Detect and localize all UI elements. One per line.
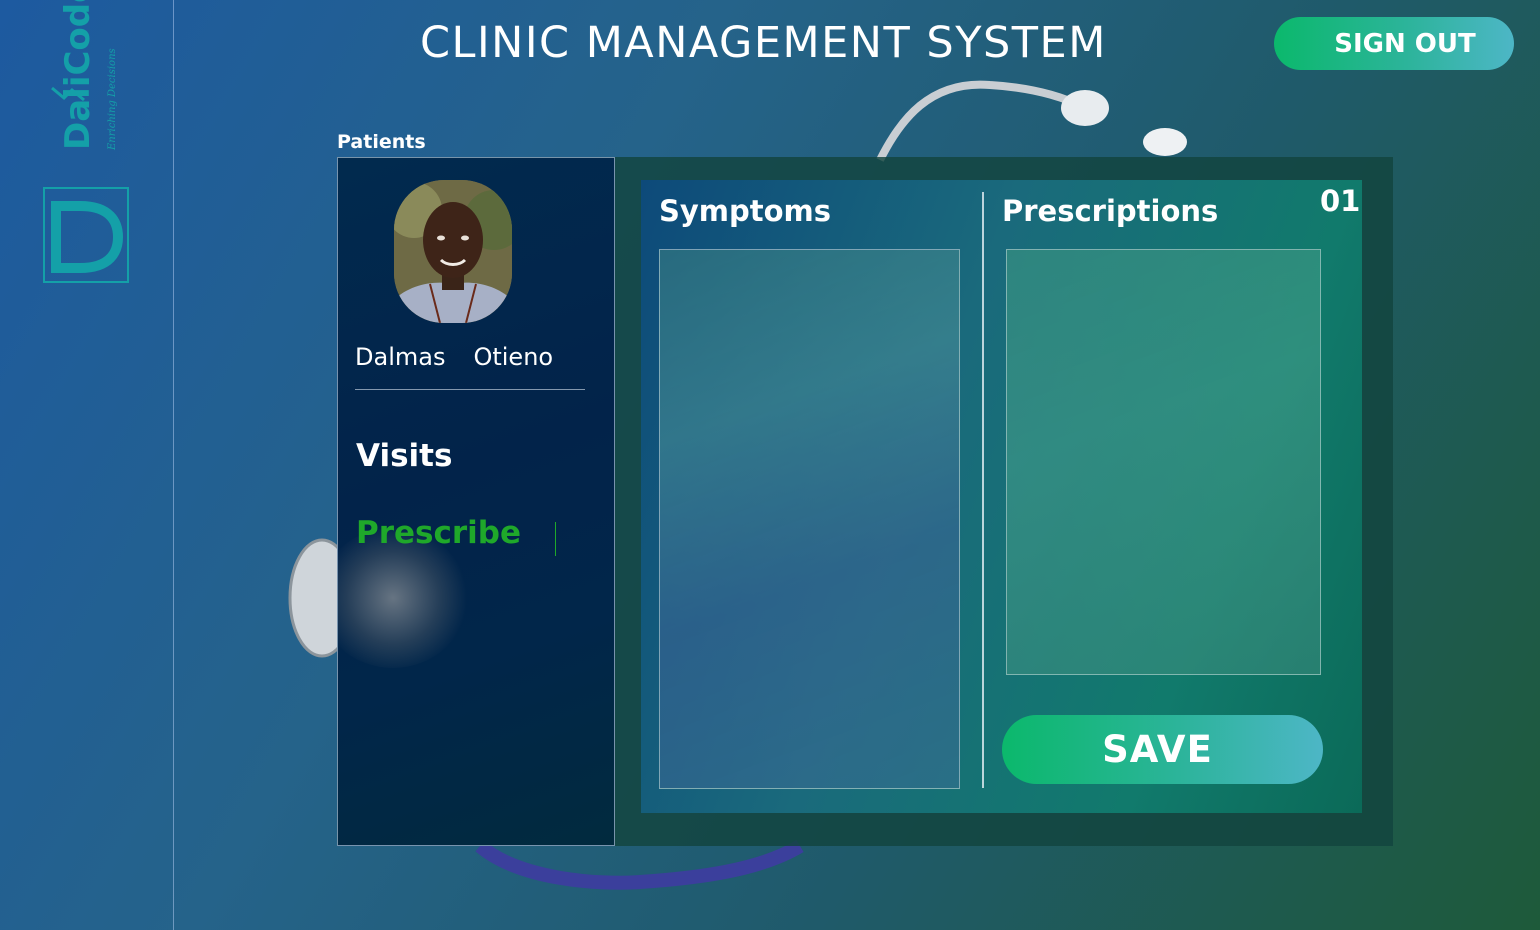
- left-rail: DaliCodes Enriching Decisions: [0, 0, 174, 930]
- active-nav-indicator: [555, 522, 556, 556]
- save-button[interactable]: SAVE: [1002, 715, 1323, 784]
- logo-tagline: Enriching Decisions: [107, 48, 118, 150]
- record-number: 01: [1320, 184, 1361, 218]
- divider: [355, 389, 585, 390]
- patient-avatar: [394, 180, 512, 323]
- patients-section-label: Patients: [337, 131, 426, 153]
- page-title: CLINIC MANAGEMENT SYSTEM: [420, 18, 1107, 68]
- prescriptions-input[interactable]: [1006, 249, 1321, 675]
- symptoms-title: Symptoms: [659, 194, 832, 228]
- nav-visits[interactable]: Visits: [356, 438, 452, 474]
- sign-out-button[interactable]: SIGN OUT: [1274, 17, 1514, 70]
- nav-prescribe[interactable]: Prescribe: [356, 515, 521, 551]
- patient-first-name: Dalmas: [355, 343, 446, 371]
- patient-photo: [394, 180, 512, 323]
- patient-name: Dalmas Otieno: [355, 343, 553, 371]
- patient-last-name: Otieno: [473, 343, 554, 371]
- logo-wordmark: DaliCodes: [58, 0, 98, 150]
- patient-sidebar: Dalmas Otieno Visits Prescribe: [337, 157, 615, 846]
- prescriptions-title: Prescriptions: [1002, 194, 1219, 228]
- column-divider: [982, 192, 984, 788]
- symptoms-input[interactable]: [659, 249, 960, 789]
